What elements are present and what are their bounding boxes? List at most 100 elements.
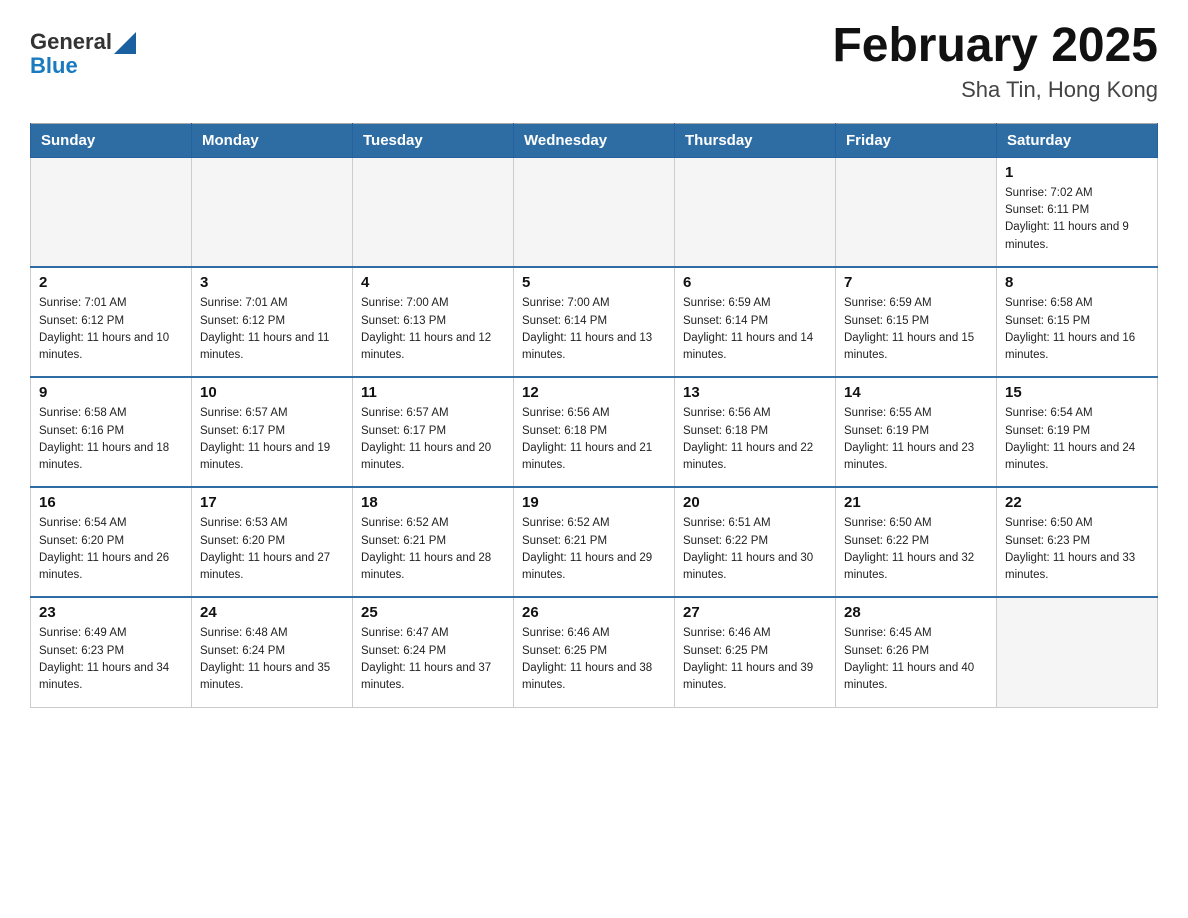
day-info: Sunrise: 6:59 AMSunset: 6:14 PMDaylight:…: [683, 295, 827, 364]
day-info: Sunrise: 7:00 AMSunset: 6:14 PMDaylight:…: [522, 295, 666, 364]
day-number: 9: [39, 384, 183, 401]
calendar-cell: 4Sunrise: 7:00 AMSunset: 6:13 PMDaylight…: [353, 267, 514, 377]
day-number: 8: [1005, 274, 1149, 291]
day-number: 5: [522, 274, 666, 291]
day-number: 14: [844, 384, 988, 401]
calendar-cell: 18Sunrise: 6:52 AMSunset: 6:21 PMDayligh…: [353, 487, 514, 597]
day-number: 17: [200, 494, 344, 511]
calendar-week-row: 16 Sunrise: 6:54 AMSunset: 6:20 PMDayligh…: [31, 487, 1158, 597]
day-number: 2: [39, 274, 183, 291]
calendar-cell: 3Sunrise: 7:01 AMSunset: 6:12 PMDaylight…: [192, 267, 353, 377]
calendar-cell: 1 Sunrise: 7:02 AMSunset: 6:11 PMDaylight…: [997, 157, 1158, 267]
calendar-cell: 25 Sunrise: 6:47 AMSunset: 6:24 PMDayligh…: [353, 597, 514, 707]
calendar-day-header: Sunday: [31, 123, 192, 157]
day-number: 4: [361, 274, 505, 291]
calendar-cell: [836, 157, 997, 267]
day-number: 10: [200, 384, 344, 401]
logo: General Blue: [30, 30, 136, 78]
calendar-cell: [675, 157, 836, 267]
calendar-day-header: Monday: [192, 123, 353, 157]
calendar-week-row: 2Sunrise: 7:01 AMSunset: 6:12 PMDaylight…: [31, 267, 1158, 377]
calendar-cell: 12 Sunrise: 6:56 AMSunset: 6:18 PMDayligh…: [514, 377, 675, 487]
day-number: 23: [39, 604, 183, 621]
day-number: 24: [200, 604, 344, 621]
day-number: 19: [522, 494, 666, 511]
day-info: Sunrise: 6:49 AMSunset: 6:23 PMDaylight:…: [39, 625, 183, 694]
calendar-cell: 17 Sunrise: 6:53 AMSunset: 6:20 PMDayligh…: [192, 487, 353, 597]
day-number: 6: [683, 274, 827, 291]
calendar-cell: 23 Sunrise: 6:49 AMSunset: 6:23 PMDayligh…: [31, 597, 192, 707]
day-number: 16: [39, 494, 183, 511]
day-info: Sunrise: 6:57 AMSunset: 6:17 PMDaylight:…: [361, 405, 505, 474]
day-number: 20: [683, 494, 827, 511]
calendar-cell: 26 Sunrise: 6:46 AMSunset: 6:25 PMDayligh…: [514, 597, 675, 707]
calendar-cell: [353, 157, 514, 267]
logo-blue-text: Blue: [30, 54, 136, 78]
day-info: Sunrise: 6:57 AMSunset: 6:17 PMDaylight:…: [200, 405, 344, 474]
calendar-day-header: Tuesday: [353, 123, 514, 157]
calendar-cell: 5 Sunrise: 7:00 AMSunset: 6:14 PMDaylight…: [514, 267, 675, 377]
calendar-cell: 22 Sunrise: 6:50 AMSunset: 6:23 PMDayligh…: [997, 487, 1158, 597]
day-info: Sunrise: 6:56 AMSunset: 6:18 PMDaylight:…: [522, 405, 666, 474]
day-number: 1: [1005, 164, 1149, 181]
calendar-cell: 9 Sunrise: 6:58 AMSunset: 6:16 PMDaylight…: [31, 377, 192, 487]
calendar-table: SundayMondayTuesdayWednesdayThursdayFrid…: [30, 123, 1158, 708]
day-info: Sunrise: 6:58 AMSunset: 6:16 PMDaylight:…: [39, 405, 183, 474]
day-number: 25: [361, 604, 505, 621]
day-info: Sunrise: 6:45 AMSunset: 6:26 PMDaylight:…: [844, 625, 988, 694]
day-info: Sunrise: 6:58 AMSunset: 6:15 PMDaylight:…: [1005, 295, 1149, 364]
day-number: 27: [683, 604, 827, 621]
day-info: Sunrise: 6:47 AMSunset: 6:24 PMDaylight:…: [361, 625, 505, 694]
day-number: 3: [200, 274, 344, 291]
day-info: Sunrise: 6:50 AMSunset: 6:23 PMDaylight:…: [1005, 515, 1149, 584]
calendar-cell: 6 Sunrise: 6:59 AMSunset: 6:14 PMDaylight…: [675, 267, 836, 377]
calendar-week-row: 9 Sunrise: 6:58 AMSunset: 6:16 PMDaylight…: [31, 377, 1158, 487]
calendar-day-header: Thursday: [675, 123, 836, 157]
title-section: February 2025 Sha Tin, Hong Kong: [832, 20, 1158, 103]
day-number: 22: [1005, 494, 1149, 511]
day-number: 26: [522, 604, 666, 621]
day-info: Sunrise: 6:50 AMSunset: 6:22 PMDaylight:…: [844, 515, 988, 584]
day-info: Sunrise: 7:02 AMSunset: 6:11 PMDaylight:…: [1005, 185, 1149, 254]
calendar-cell: 20Sunrise: 6:51 AMSunset: 6:22 PMDayligh…: [675, 487, 836, 597]
day-number: 7: [844, 274, 988, 291]
day-number: 21: [844, 494, 988, 511]
day-info: Sunrise: 6:46 AMSunset: 6:25 PMDaylight:…: [522, 625, 666, 694]
calendar-header-row: SundayMondayTuesdayWednesdayThursdayFrid…: [31, 123, 1158, 157]
calendar-cell: [31, 157, 192, 267]
day-info: Sunrise: 6:53 AMSunset: 6:20 PMDaylight:…: [200, 515, 344, 584]
calendar-cell: 24 Sunrise: 6:48 AMSunset: 6:24 PMDayligh…: [192, 597, 353, 707]
calendar-cell: [192, 157, 353, 267]
day-number: 11: [361, 384, 505, 401]
day-info: Sunrise: 6:48 AMSunset: 6:24 PMDaylight:…: [200, 625, 344, 694]
calendar-cell: [997, 597, 1158, 707]
logo-triangle-icon: [114, 32, 136, 54]
logo-general-text: General: [30, 30, 112, 54]
calendar-cell: 7 Sunrise: 6:59 AMSunset: 6:15 PMDaylight…: [836, 267, 997, 377]
day-number: 13: [683, 384, 827, 401]
calendar-day-header: Wednesday: [514, 123, 675, 157]
day-number: 12: [522, 384, 666, 401]
calendar-cell: 21 Sunrise: 6:50 AMSunset: 6:22 PMDayligh…: [836, 487, 997, 597]
day-info: Sunrise: 6:59 AMSunset: 6:15 PMDaylight:…: [844, 295, 988, 364]
day-info: Sunrise: 6:54 AMSunset: 6:19 PMDaylight:…: [1005, 405, 1149, 474]
calendar-day-header: Saturday: [997, 123, 1158, 157]
calendar-day-header: Friday: [836, 123, 997, 157]
page-header: General Blue February 2025 Sha Tin, Hong…: [30, 20, 1158, 103]
month-title: February 2025: [832, 20, 1158, 73]
day-info: Sunrise: 6:46 AMSunset: 6:25 PMDaylight:…: [683, 625, 827, 694]
calendar-cell: 13 Sunrise: 6:56 AMSunset: 6:18 PMDayligh…: [675, 377, 836, 487]
calendar-cell: 2Sunrise: 7:01 AMSunset: 6:12 PMDaylight…: [31, 267, 192, 377]
calendar-cell: [514, 157, 675, 267]
calendar-cell: 27 Sunrise: 6:46 AMSunset: 6:25 PMDayligh…: [675, 597, 836, 707]
calendar-cell: 8 Sunrise: 6:58 AMSunset: 6:15 PMDaylight…: [997, 267, 1158, 377]
day-info: Sunrise: 6:52 AMSunset: 6:21 PMDaylight:…: [361, 515, 505, 584]
calendar-cell: 14Sunrise: 6:55 AMSunset: 6:19 PMDayligh…: [836, 377, 997, 487]
calendar-week-row: 1 Sunrise: 7:02 AMSunset: 6:11 PMDaylight…: [31, 157, 1158, 267]
day-info: Sunrise: 6:54 AMSunset: 6:20 PMDaylight:…: [39, 515, 183, 584]
calendar-cell: 28 Sunrise: 6:45 AMSunset: 6:26 PMDayligh…: [836, 597, 997, 707]
day-number: 15: [1005, 384, 1149, 401]
day-number: 28: [844, 604, 988, 621]
day-info: Sunrise: 6:52 AMSunset: 6:21 PMDaylight:…: [522, 515, 666, 584]
day-info: Sunrise: 6:56 AMSunset: 6:18 PMDaylight:…: [683, 405, 827, 474]
